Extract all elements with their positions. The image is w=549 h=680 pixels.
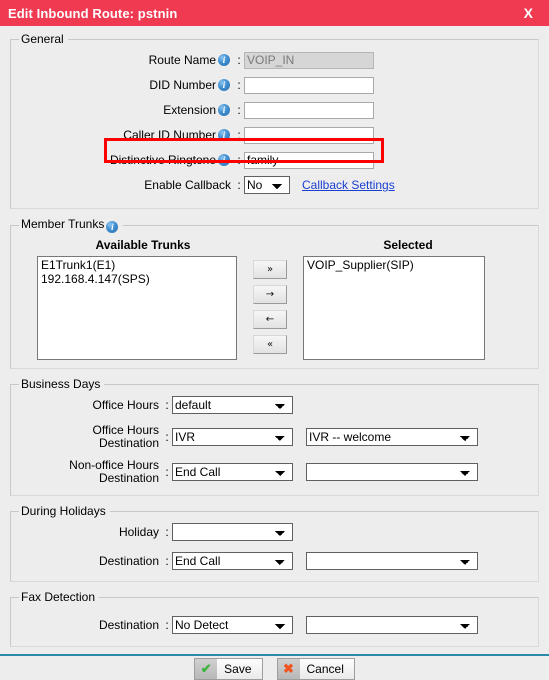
colon-separator: : [237, 103, 241, 117]
label-extension: Extension i [19, 103, 234, 117]
section-general-legend: General [21, 32, 64, 46]
move-right-button[interactable]: → [253, 285, 287, 304]
section-during-holidays-legend: During Holidays [21, 504, 106, 518]
field-row-office-hours: Office Hours : default [19, 395, 530, 415]
info-icon[interactable]: i [218, 54, 230, 66]
x-icon: ✖ [277, 659, 300, 679]
available-trunks-header: Available Trunks [95, 238, 191, 252]
section-fax-detection-legend: Fax Detection [21, 590, 96, 604]
info-icon[interactable]: i [218, 79, 230, 91]
save-button-label: Save [224, 662, 252, 676]
fax-destination-target-select[interactable] [306, 616, 478, 634]
label-fax-destination: Destination [98, 617, 159, 632]
label-route-name: Route Name i [19, 53, 234, 67]
field-row-non-office-hours-destination: Non-office Hours Destination : End Call [19, 459, 530, 485]
non-office-hours-destination-select[interactable]: End Call [172, 463, 293, 481]
check-icon: ✔ [195, 659, 218, 679]
field-row-extension: Extension i : [19, 100, 530, 120]
dialog-footer: ✔ Save ✖ Cancel [10, 658, 539, 680]
close-icon[interactable]: X [520, 4, 537, 22]
field-row-fax-destination: Destination : No Detect [19, 615, 530, 635]
field-row-did-number: DID Number i : [19, 75, 530, 95]
section-member-trunks-legend: Member Trunks i [19, 217, 123, 233]
label-caller-id-number: Caller ID Number i [19, 128, 234, 142]
label-enable-callback: Enable Callback [144, 177, 231, 192]
field-row-caller-id-number: Caller ID Number i : [19, 125, 530, 145]
field-row-office-hours-destination: Office Hours Destination : IVR IVR -- we… [19, 424, 530, 450]
callback-settings-link[interactable]: Callback Settings [302, 178, 395, 192]
selected-trunks-header: Selected [383, 238, 433, 252]
section-member-trunks: Member Trunks i Available Trunks Selected… [10, 217, 539, 369]
section-business-days: Business Days Office Hours : default Off… [10, 377, 539, 496]
colon-separator: : [165, 430, 169, 444]
transfer-buttons: » → ← « [237, 256, 303, 354]
list-item[interactable]: E1Trunk1(E1) [40, 258, 234, 272]
route-name-input [244, 51, 374, 69]
info-icon[interactable]: i [106, 221, 119, 233]
field-row-holiday-destination: Destination : End Call [19, 551, 530, 571]
available-trunks-listbox[interactable]: E1Trunk1(E1) 192.168.4.147(SPS) [37, 256, 237, 360]
label-did-number: DID Number i [19, 78, 234, 92]
cancel-button-label: Cancel [306, 662, 344, 676]
selected-trunks-listbox[interactable]: VOIP_Supplier(SIP) [303, 256, 485, 360]
office-hours-destination-target-select[interactable]: IVR -- welcome [306, 428, 478, 446]
move-all-left-button[interactable]: « [253, 335, 287, 354]
field-row-distinctive-ringtone: Distinctive Ringtone i : [19, 150, 530, 170]
section-business-days-legend: Business Days [21, 377, 101, 391]
distinctive-ringtone-input[interactable] [244, 151, 374, 169]
label-office-hours: Office Hours [92, 397, 159, 412]
fax-destination-select[interactable]: No Detect [172, 616, 293, 634]
colon-separator: : [165, 554, 169, 568]
section-during-holidays: During Holidays Holiday : Destination : … [10, 504, 539, 582]
cancel-button[interactable]: ✖ Cancel [276, 658, 355, 680]
list-item[interactable]: 192.168.4.147(SPS) [40, 272, 234, 286]
field-row-holiday: Holiday : [19, 522, 530, 542]
colon-separator: : [165, 618, 169, 632]
trunk-transfer-area: E1Trunk1(E1) 192.168.4.147(SPS) » → ← « … [19, 256, 530, 360]
extension-input[interactable] [244, 101, 374, 119]
did-number-input[interactable] [244, 76, 374, 94]
colon-separator: : [237, 153, 241, 167]
section-general: General Route Name i : DID Number i : Ex… [10, 32, 539, 209]
list-item[interactable]: VOIP_Supplier(SIP) [306, 258, 482, 272]
holiday-select[interactable] [172, 523, 293, 541]
caller-id-number-input[interactable] [244, 126, 374, 144]
colon-separator: : [165, 525, 169, 539]
enable-callback-select[interactable]: No [244, 176, 290, 194]
non-office-hours-destination-target-select[interactable] [306, 463, 478, 481]
colon-separator: : [237, 128, 241, 142]
label-non-office-hours-destination: Non-office Hours Destination [69, 458, 159, 485]
colon-separator: : [237, 178, 241, 192]
colon-separator: : [165, 398, 169, 412]
info-icon[interactable]: i [218, 104, 230, 116]
move-left-button[interactable]: ← [253, 310, 287, 329]
colon-separator: : [165, 465, 169, 479]
section-fax-detection: Fax Detection Destination : No Detect [10, 590, 539, 647]
colon-separator: : [237, 53, 241, 67]
label-holiday: Holiday [118, 524, 159, 539]
info-icon[interactable]: i [218, 129, 230, 141]
holiday-destination-select[interactable]: End Call [172, 552, 293, 570]
holiday-destination-target-select[interactable] [306, 552, 478, 570]
office-hours-select[interactable]: default [172, 396, 293, 414]
field-row-route-name: Route Name i : [19, 50, 530, 70]
label-office-hours-destination: Office Hours Destination [92, 423, 159, 450]
dialog-titlebar: Edit Inbound Route: pstnin X [0, 0, 549, 26]
info-icon[interactable]: i [218, 154, 230, 166]
office-hours-destination-select[interactable]: IVR [172, 428, 293, 446]
move-all-right-button[interactable]: » [253, 260, 287, 279]
header-spacer [247, 238, 309, 252]
dialog-body: General Route Name i : DID Number i : Ex… [0, 26, 549, 680]
trunk-headers: Available Trunks Selected [19, 238, 530, 252]
label-distinctive-ringtone: Distinctive Ringtone i [19, 153, 234, 167]
field-row-enable-callback: Enable Callback : No Callback Settings [19, 175, 530, 195]
save-button[interactable]: ✔ Save [194, 658, 263, 680]
dialog-title: Edit Inbound Route: pstnin [8, 5, 178, 21]
label-holiday-destination: Destination [98, 553, 159, 568]
colon-separator: : [237, 78, 241, 92]
